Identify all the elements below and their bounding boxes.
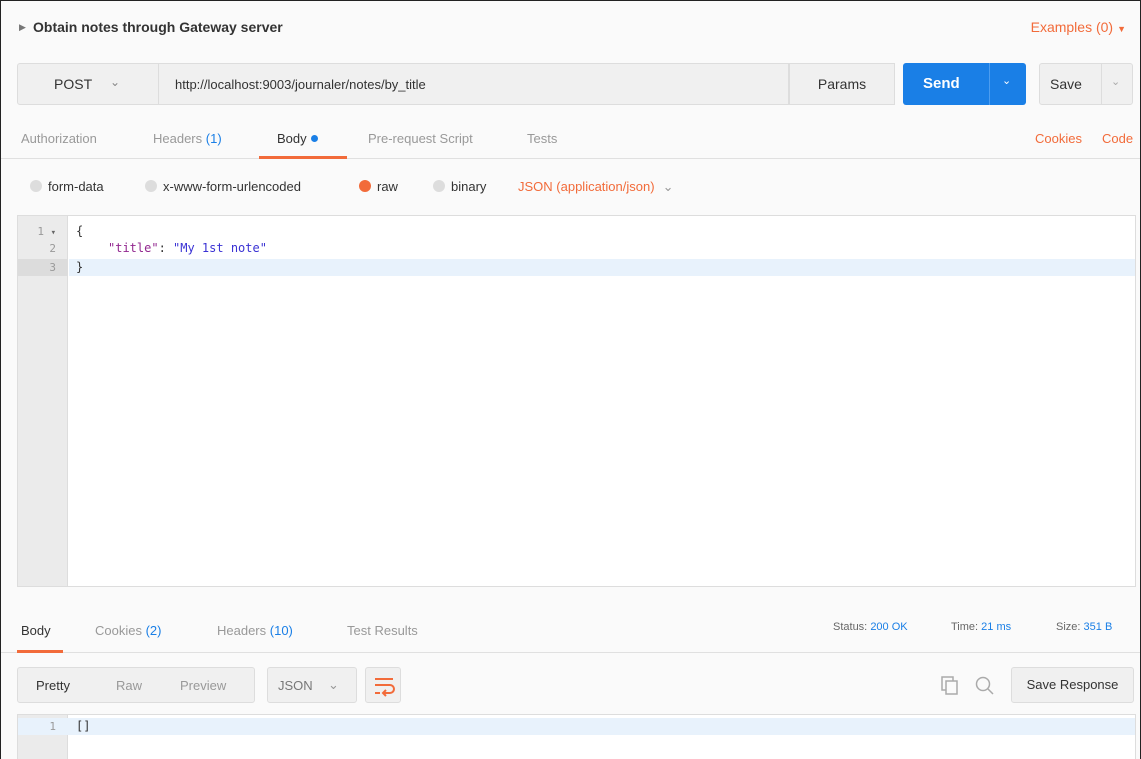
status-label: Status:: [833, 621, 868, 633]
method-select[interactable]: POST ⌄: [17, 63, 159, 105]
status-value: 200 OK: [870, 621, 908, 633]
radio-urlencoded[interactable]: x-www-form-urlencoded: [145, 179, 301, 194]
chevron-down-icon[interactable]: ⌄: [1002, 74, 1011, 87]
preview-button[interactable]: Preview: [180, 678, 226, 693]
line-number: 3: [49, 261, 56, 274]
caret-down-icon: ▼: [1117, 24, 1126, 34]
save-label: Save: [1050, 76, 1082, 92]
request-tabs: Authorization Headers (1) Body Pre-reque…: [1, 113, 1140, 159]
status-readout: Status: 200 OK: [833, 621, 908, 633]
chevron-down-icon: ⌄: [662, 179, 674, 194]
chevron-down-icon: ⌄: [328, 677, 339, 692]
search-icon[interactable]: [973, 674, 995, 696]
resp-tab-headers[interactable]: Headers (10): [217, 623, 293, 638]
tab-authorization[interactable]: Authorization: [21, 131, 97, 146]
tab-headers[interactable]: Headers (1): [153, 131, 222, 146]
save-divider: [1101, 64, 1102, 104]
radio-circle-selected: [359, 180, 371, 192]
resp-tab-cookies-label: Cookies: [95, 623, 142, 638]
time-value: 21 ms: [981, 621, 1012, 633]
caret-right-icon[interactable]: ▶: [19, 22, 26, 33]
send-divider: [989, 63, 990, 105]
postman-window: ▶ Obtain notes through Gateway server Ex…: [0, 0, 1141, 759]
chevron-down-icon: ⌄: [110, 75, 121, 89]
content-type-label: JSON (application/json): [518, 179, 655, 194]
cookies-link[interactable]: Cookies: [1035, 131, 1082, 146]
size-value: 351 B: [1083, 621, 1113, 633]
radio-binary-label: binary: [451, 179, 487, 194]
radio-raw[interactable]: raw: [359, 179, 398, 194]
radio-raw-label: raw: [377, 179, 398, 194]
time-label: Time:: [951, 621, 979, 633]
resp-headers-count: (10): [269, 623, 293, 638]
raw-button[interactable]: Raw: [116, 678, 142, 693]
examples-label: Examples (0): [1030, 19, 1114, 35]
time-readout: Time: 21 ms: [951, 621, 1011, 633]
response-body-viewer[interactable]: 1 []: [17, 714, 1136, 759]
json-key: "title": [108, 241, 159, 255]
line-number: 1: [49, 720, 56, 733]
send-button[interactable]: Send ⌄: [903, 63, 1026, 105]
send-label: Send: [923, 75, 960, 92]
radio-circle: [433, 180, 445, 192]
headers-count: (1): [205, 131, 222, 146]
code-line: "title": "My 1st note": [108, 241, 267, 255]
code-line: }: [76, 260, 84, 274]
tab-body[interactable]: Body: [277, 131, 318, 146]
active-line-highlight: [69, 259, 1135, 276]
format-select[interactable]: JSON ⌄: [267, 667, 357, 703]
modified-dot-icon: [310, 135, 318, 142]
fold-arrow-icon[interactable]: ▾: [51, 228, 56, 238]
resp-tab-body[interactable]: Body: [21, 623, 51, 638]
size-readout: Size: 351 B: [1056, 621, 1112, 633]
save-response-button[interactable]: Save Response: [1011, 667, 1134, 703]
view-mode-group: Pretty Raw Preview: [17, 667, 255, 703]
active-tab-indicator: [259, 156, 347, 159]
resp-tab-headers-label: Headers: [217, 623, 267, 638]
method-label: POST: [54, 76, 93, 92]
json-separator: :: [158, 241, 174, 255]
line-number: 2: [49, 242, 56, 255]
request-body-editor[interactable]: 1 ▾ { 2 "title": "My 1st note" 3 }: [17, 215, 1136, 587]
chevron-down-icon[interactable]: ⌄: [1111, 75, 1120, 88]
radio-circle: [145, 180, 157, 192]
size-label: Size:: [1056, 621, 1081, 633]
code-line: {: [76, 224, 84, 238]
line-number: 1 ▾: [18, 225, 56, 238]
line-number-value: 1: [37, 225, 44, 238]
radio-binary[interactable]: binary: [433, 179, 486, 194]
resp-tab-test-results[interactable]: Test Results: [347, 623, 418, 638]
tab-prerequest-script[interactable]: Pre-request Script: [368, 131, 473, 146]
radio-form-data[interactable]: form-data: [30, 179, 104, 194]
format-label: JSON: [278, 678, 313, 693]
wrap-lines-button[interactable]: [365, 667, 401, 703]
wrap-lines-icon: [375, 678, 395, 697]
radio-circle: [30, 180, 42, 192]
radio-form-data-label: form-data: [48, 179, 104, 194]
active-line-highlight: [18, 718, 1135, 735]
save-button[interactable]: Save ⌄: [1039, 63, 1133, 105]
copy-icon[interactable]: [939, 674, 961, 696]
tab-body-label: Body: [277, 131, 307, 146]
json-string-value: "My 1st note": [173, 241, 267, 255]
url-input[interactable]: http://localhost:9003/journaler/notes/by…: [159, 63, 789, 105]
code-line: []: [76, 719, 91, 733]
code-link[interactable]: Code: [1102, 131, 1133, 146]
cookies-count: (2): [145, 623, 162, 638]
request-title[interactable]: Obtain notes through Gateway server: [33, 19, 283, 35]
tab-headers-label: Headers: [153, 131, 203, 146]
tab-tests[interactable]: Tests: [527, 131, 557, 146]
radio-urlencoded-label: x-www-form-urlencoded: [163, 179, 301, 194]
request-title-bar: ▶ Obtain notes through Gateway server Ex…: [1, 1, 1140, 55]
resp-tab-cookies[interactable]: Cookies (2): [95, 623, 161, 638]
examples-dropdown[interactable]: Examples (0) ▼: [1031, 19, 1126, 35]
content-type-dropdown[interactable]: JSON (application/json) ⌄: [518, 179, 673, 195]
active-resp-tab-indicator: [17, 650, 63, 653]
pretty-button[interactable]: Pretty: [36, 678, 70, 693]
params-button[interactable]: Params: [789, 63, 895, 105]
